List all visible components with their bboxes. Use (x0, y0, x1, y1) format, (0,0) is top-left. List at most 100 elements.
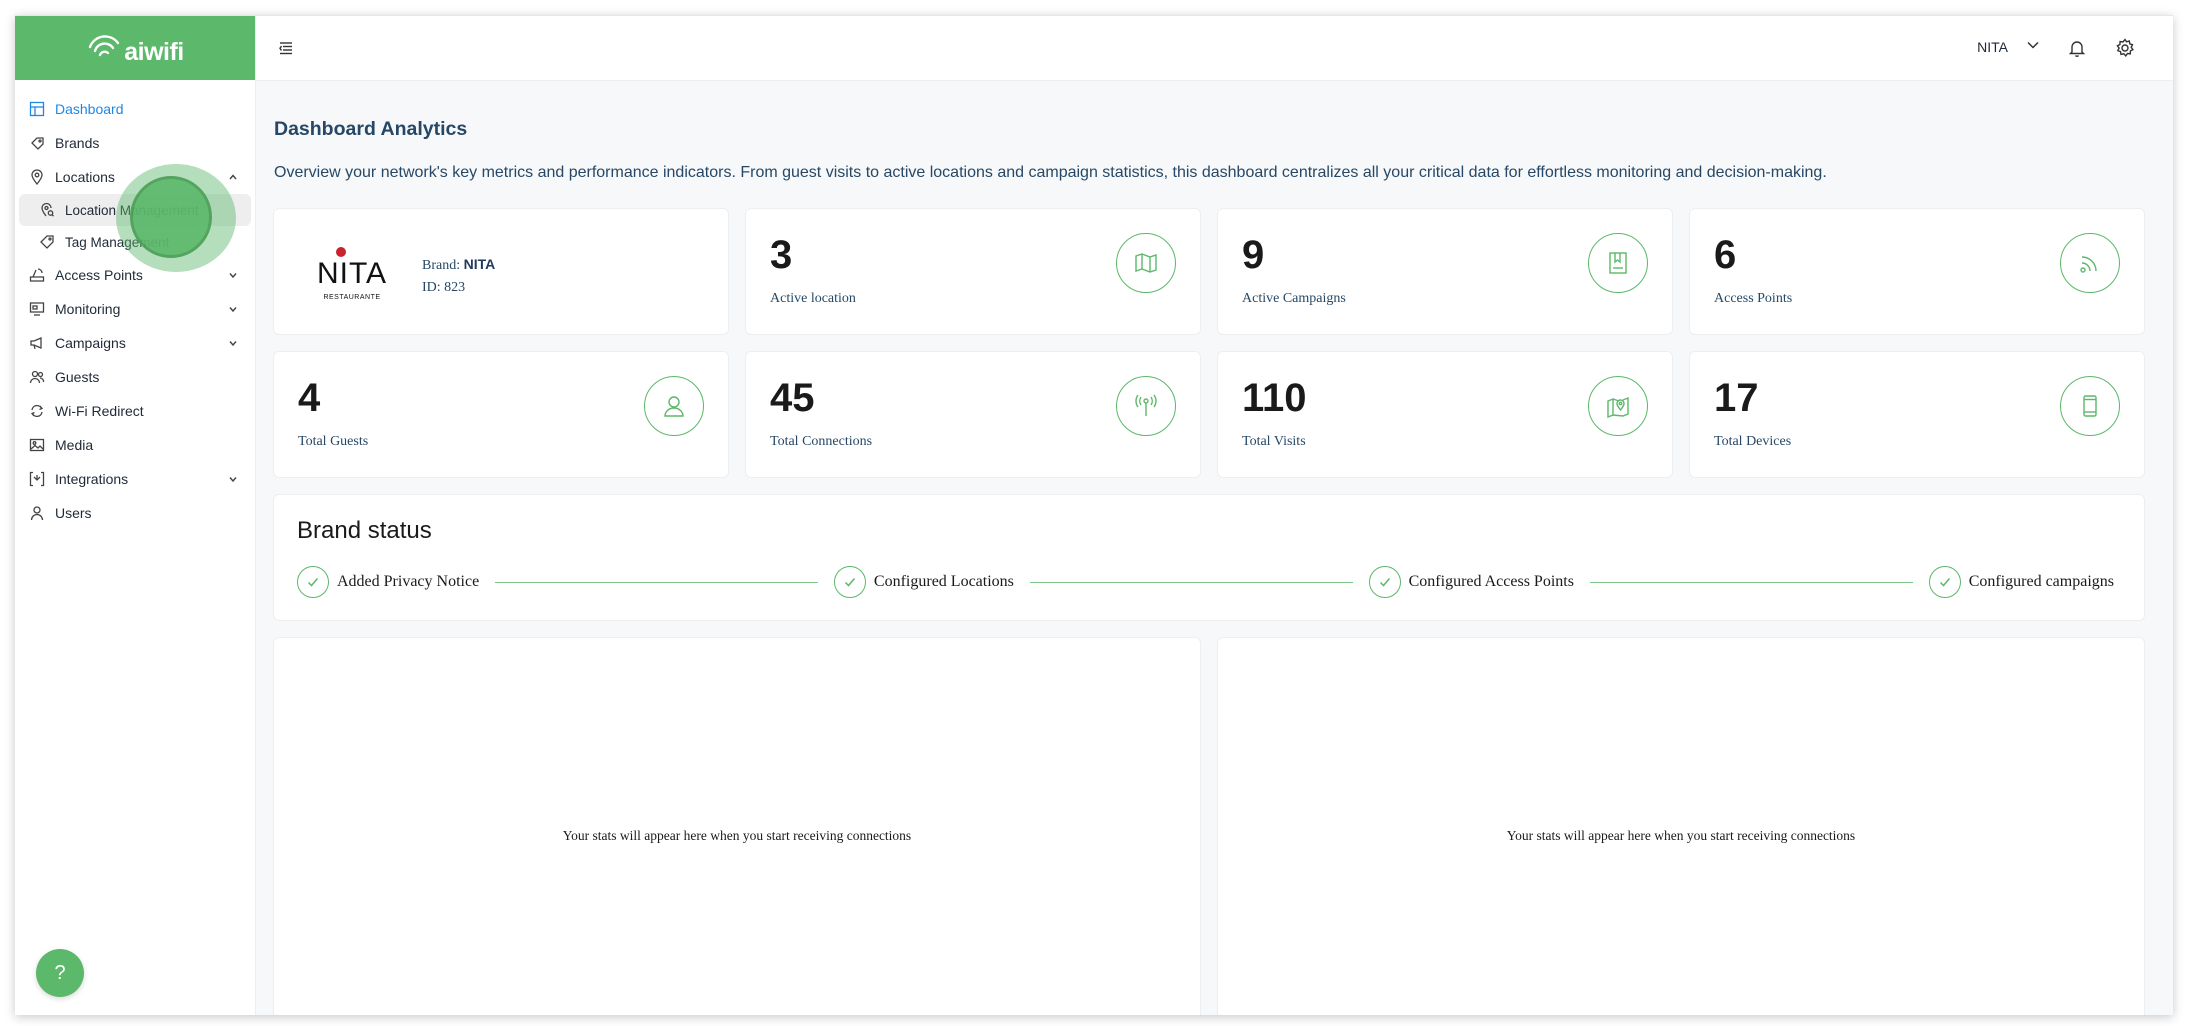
stat-label: Total Devices (1714, 434, 1792, 449)
sidebar-item-label: Campaigns (55, 335, 126, 351)
sidebar-item-label: Location Management (65, 202, 199, 218)
check-icon (833, 566, 866, 598)
chevron-down-icon[interactable] (227, 473, 239, 485)
main-content: Dashboard Analytics Overview your networ… (271, 81, 2149, 1015)
brand-name: NITA (463, 256, 496, 272)
media-icon (29, 437, 45, 453)
sidebar-item-media[interactable]: Media (15, 428, 255, 462)
stat-value: 6 (1714, 233, 1737, 277)
guests-icon (29, 369, 45, 385)
phone-icon (2060, 376, 2120, 436)
chevron-down-icon[interactable] (227, 337, 239, 349)
sidebar-item-label: Guests (55, 369, 100, 385)
locations-submenu: Location Management Tag Management (15, 194, 255, 258)
sidebar-item-label: Wi-Fi Redirect (55, 403, 144, 419)
dashboard-icon (29, 101, 45, 117)
sidebar-item-wifi-redirect[interactable]: Wi-Fi Redirect (15, 394, 255, 428)
stat-value: 45 (770, 376, 815, 420)
user-menu[interactable]: NITA (1977, 38, 2040, 55)
stat-card-total-visits[interactable]: 110 Total Visits (1217, 351, 1673, 478)
check-icon (1928, 566, 1961, 598)
location-search-icon (39, 202, 55, 218)
chevron-down-icon[interactable] (227, 269, 239, 281)
megaphone-icon (29, 335, 45, 351)
status-step-label: Added Privacy Notice (337, 573, 480, 590)
brand-name-line: Brand: NITA (422, 256, 496, 273)
stat-card-active-campaigns[interactable]: 9 Active Campaigns (1217, 208, 1673, 335)
sidebar-item-label: Monitoring (55, 301, 121, 317)
status-step: Configured Access Points (1368, 566, 1574, 598)
stat-card-total-connections[interactable]: 45 Total Connections (745, 351, 1201, 478)
tag-icon (39, 234, 55, 250)
notification-bell-icon[interactable] (2067, 38, 2087, 58)
menu-toggle-icon[interactable] (278, 40, 294, 56)
svg-text:RESTAURANTE: RESTAURANTE (323, 294, 380, 301)
stat-label: Active Campaigns (1242, 291, 1346, 306)
gear-icon[interactable] (2115, 38, 2135, 58)
sidebar-item-monitoring[interactable]: Monitoring (15, 292, 255, 326)
sidebar-item-brands[interactable]: Brands (15, 126, 255, 160)
sidebar-item-locations[interactable]: Locations (15, 160, 255, 194)
sidebar-item-location-management[interactable]: Location Management (19, 194, 251, 226)
stat-card-access-points[interactable]: 6 Access Points (1689, 208, 2145, 335)
status-step-label: Configured campaigns (1968, 573, 2114, 590)
stat-label: Active location (770, 291, 856, 306)
empty-state-text: Your stats will appear here when you sta… (562, 828, 912, 843)
sidebar-nav: Dashboard Brands Locations Location Mana… (15, 80, 255, 530)
sidebar-item-label: Media (55, 437, 94, 453)
access-point-icon (29, 267, 45, 283)
sidebar-item-dashboard[interactable]: Dashboard (15, 92, 255, 126)
brand-status-card: Brand status Added Privacy Notice Config… (273, 494, 2145, 621)
logo-text: aiwifi (124, 37, 184, 66)
brand-status-title: Brand status (297, 517, 432, 544)
stat-label: Total Guests (298, 434, 369, 449)
check-icon (1368, 566, 1401, 598)
chevron-down-icon (2026, 38, 2040, 55)
app-logo[interactable]: aiwifi (15, 16, 255, 80)
wifi-logo-icon (89, 35, 120, 57)
sidebar-item-guests[interactable]: Guests (15, 360, 255, 394)
stat-value: 110 (1242, 376, 1307, 420)
status-step: Configured Locations (833, 566, 1014, 598)
check-icon (297, 566, 329, 598)
brand-id: ID: 823 (422, 280, 466, 295)
user-icon (29, 505, 45, 521)
sidebar-item-label: Dashboard (55, 101, 124, 117)
sidebar-item-label: Access Points (55, 267, 143, 283)
svg-text:NITA: NITA (317, 257, 387, 290)
help-button[interactable]: ? (36, 949, 84, 997)
stat-value: 17 (1714, 376, 1759, 420)
stat-value: 9 (1242, 233, 1265, 277)
stat-value: 3 (770, 233, 793, 277)
sidebar-item-campaigns[interactable]: Campaigns (15, 326, 255, 360)
stat-card-total-devices[interactable]: 17 Total Devices (1689, 351, 2145, 478)
monitor-icon (29, 301, 45, 317)
sidebar-item-label: Brands (55, 135, 100, 151)
sidebar-item-integrations[interactable]: Integrations (15, 462, 255, 496)
topbar: NITA (256, 16, 2173, 81)
map-icon (1116, 233, 1176, 293)
chevron-down-icon[interactable] (227, 303, 239, 315)
brand-info: Brand: NITA ID: 823 (422, 253, 495, 299)
status-step-label: Configured Access Points (1408, 573, 1574, 590)
page-title: Dashboard Analytics (274, 118, 468, 140)
user-name: NITA (1977, 38, 2008, 55)
stat-card-total-guests[interactable]: 4 Total Guests (273, 351, 729, 478)
stats-panel-right: Your stats will appear here when you sta… (1217, 637, 2145, 1015)
guest-icon (644, 376, 704, 436)
brand-status-steps: Added Privacy Notice Configured Location… (297, 565, 2114, 599)
chevron-up-icon[interactable] (227, 171, 239, 183)
sidebar-item-access-points[interactable]: Access Points (15, 258, 255, 292)
step-connector (1029, 581, 1353, 583)
sidebar-item-label: Tag Management (65, 234, 170, 250)
stat-card-active-location[interactable]: 3 Active location (745, 208, 1201, 335)
sidebar-item-users[interactable]: Users (15, 496, 255, 530)
status-step-label: Configured Locations (873, 573, 1014, 590)
empty-state-text: Your stats will appear here when you sta… (1506, 828, 1856, 843)
sidebar-item-tag-management[interactable]: Tag Management (19, 226, 251, 258)
sidebar-item-label: Locations (55, 169, 115, 185)
brand-card[interactable]: NITA RESTAURANTE Brand: NITA ID: 823 (273, 208, 729, 335)
stat-label: Total Visits (1242, 434, 1306, 449)
sidebar-item-label: Users (55, 505, 92, 521)
stat-value: 4 (298, 376, 321, 420)
